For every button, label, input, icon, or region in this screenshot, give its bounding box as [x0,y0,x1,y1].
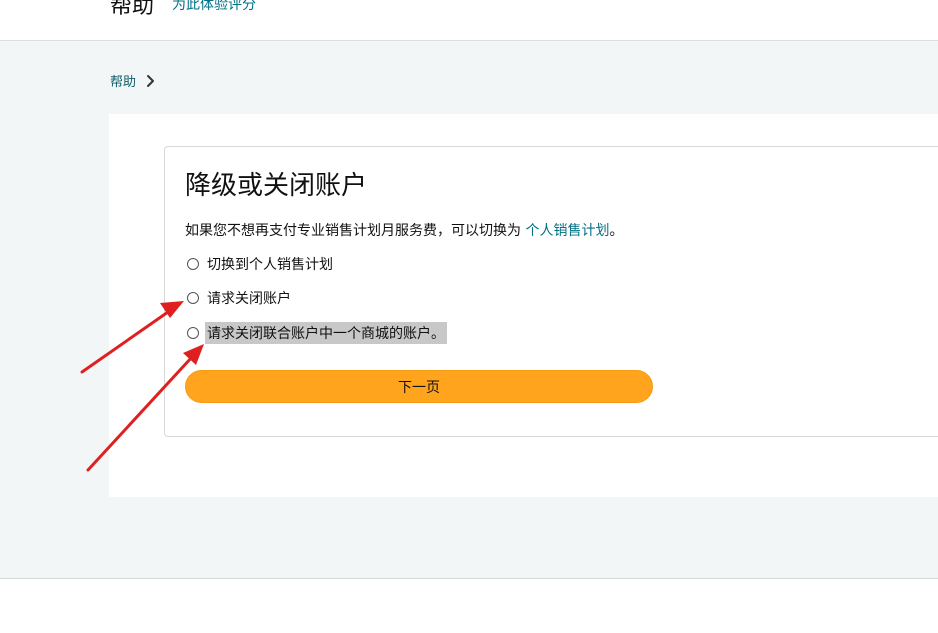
radio-button[interactable] [187,292,199,304]
option-close-account[interactable]: 请求关闭账户 [187,288,291,308]
option-switch-individual[interactable]: 切换到个人销售计划 [187,254,333,274]
radio-button[interactable] [187,327,199,339]
option-label: 请求关闭联合账户中一个商城的账户。 [205,322,447,344]
chevron-right-icon [147,74,155,87]
page-title: 帮助 [110,0,155,19]
description-text: 如果您不想再支付专业销售计划月服务费，可以切换为 [185,223,526,239]
card-description: 如果您不想再支付专业销售计划月服务费，可以切换为 个人销售计划。 [185,220,623,240]
downgrade-close-card: 降级或关闭账户 如果您不想再支付专业销售计划月服务费，可以切换为 个人销售计划。… [164,146,938,437]
option-label: 切换到个人销售计划 [207,257,333,273]
individual-plan-link[interactable]: 个人销售计划 [525,223,609,239]
card-title: 降级或关闭账户 [185,171,368,201]
option-close-unified-account[interactable]: 请求关闭联合账户中一个商城的账户。 [187,322,447,344]
radio-button[interactable] [187,258,199,270]
breadcrumb: 帮助 [110,71,156,90]
rate-experience-link[interactable]: 为此体验评分 [172,0,256,14]
description-end: 。 [609,223,624,239]
option-label: 请求关闭账户 [207,291,291,307]
top-header: 帮助 为此体验评分 [0,0,938,41]
breadcrumb-help-link[interactable]: 帮助 [110,71,136,90]
next-page-button[interactable]: 下一页 [185,370,653,403]
